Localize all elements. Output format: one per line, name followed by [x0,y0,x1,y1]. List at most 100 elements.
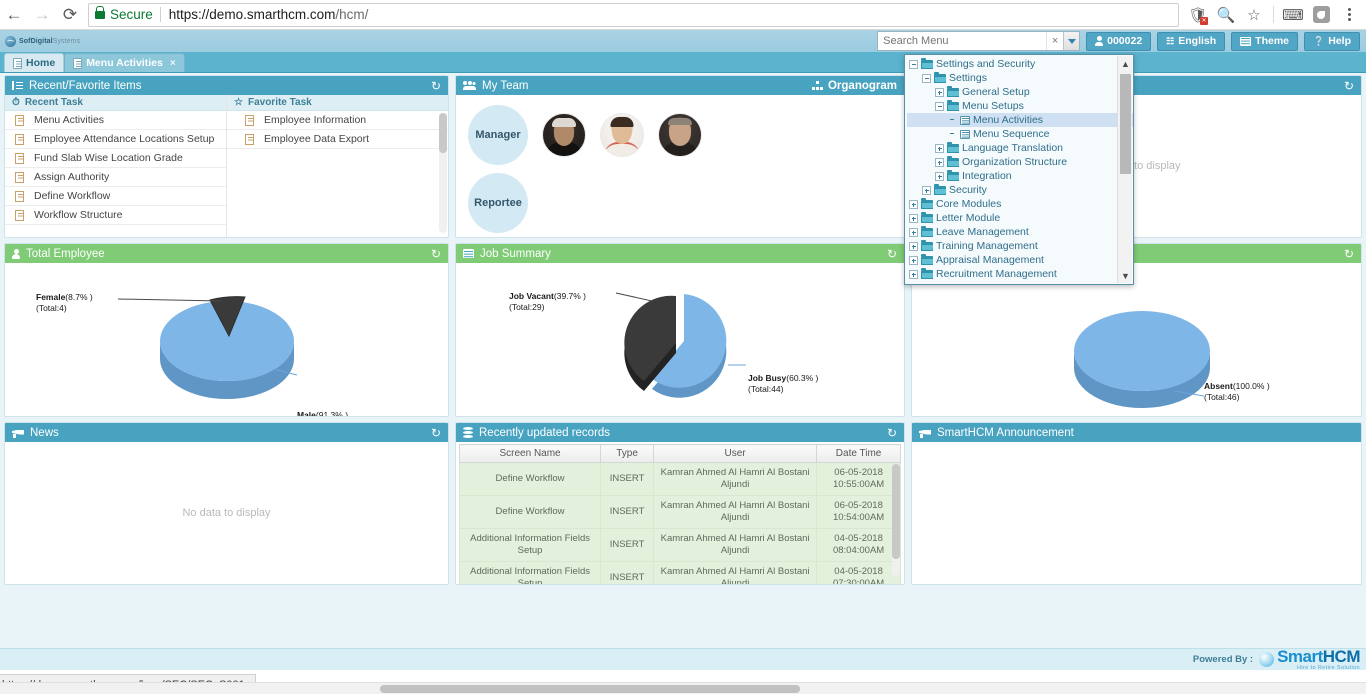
reportee-label: Reportee [468,173,528,233]
expand-icon[interactable] [909,199,918,209]
expand-icon[interactable] [935,157,944,167]
expand-icon[interactable] [909,213,918,223]
menu-tree-item[interactable]: Menu Setups [907,99,1133,113]
menu-tree-item[interactable]: Language Translation [907,141,1133,155]
menu-tree-item-label: Training Management [936,240,1038,252]
menu-tree-item[interactable]: Core Modules [907,197,1133,211]
expand-icon[interactable] [909,241,918,251]
theme-button[interactable]: Theme [1231,31,1299,51]
search-dropdown-toggle[interactable] [1063,32,1080,50]
menu-tree-item[interactable]: General Setup [907,85,1133,99]
scroll-down-arrow-icon[interactable]: ▼ [1118,268,1133,283]
avatar[interactable] [600,113,644,157]
tab-close-icon[interactable]: × [170,58,176,69]
tab-home[interactable]: Home [4,53,65,72]
language-button[interactable]: ☷ English [1157,31,1226,51]
list-item[interactable]: Define Workflow [5,187,226,206]
menu-tree-item[interactable]: Leave Management [907,225,1133,239]
menu-tree-item[interactable]: Recruitment Management [907,267,1133,281]
grid-icon [1240,36,1252,46]
list-item[interactable]: Employee Attendance Locations Setup [5,130,226,149]
expand-icon[interactable] [935,171,944,181]
table-row[interactable]: Additional Information Fields Setup INSE… [458,528,901,562]
user-account-button[interactable]: 000022 [1086,31,1152,51]
tree-spacer [948,130,957,139]
search-input[interactable] [878,32,1047,50]
refresh-icon[interactable]: ↻ [887,426,897,440]
menu-tree-item[interactable]: Security [907,183,1133,197]
table-row[interactable]: Define Workflow INSERT Kamran Ahmed Al H… [458,462,901,496]
expand-icon[interactable] [922,185,931,195]
expand-icon[interactable] [935,143,944,153]
column-header-date-time[interactable]: Date Time [816,444,901,463]
expand-icon[interactable] [909,227,918,237]
file-icon [15,209,24,221]
panel-title: Recent/Favorite Items [29,79,142,92]
scroll-up-arrow-icon[interactable]: ▲ [1118,56,1133,71]
list-item[interactable]: Menu Activities [5,111,226,130]
column-header-user[interactable]: User [653,444,818,463]
table-row[interactable]: Additional Information Fields Setup INSE… [458,561,901,584]
menu-tree-item[interactable]: Menu Activities [907,113,1133,127]
powered-by-label: Powered By : [1192,654,1254,665]
search-clear-icon[interactable]: × [1046,32,1064,50]
refresh-icon[interactable]: ↻ [887,247,897,261]
table-row[interactable]: Define Workflow INSERT Kamran Ahmed Al H… [458,495,901,529]
column-header-type[interactable]: Type [600,444,655,463]
list-item[interactable]: Fund Slab Wise Location Grade [5,149,226,168]
list-item[interactable]: Assign Authority [5,168,226,187]
database-icon [463,427,473,438]
refresh-icon[interactable]: ↻ [1344,79,1354,93]
refresh-icon[interactable]: ↻ [431,79,441,93]
screenshot-extension-icon[interactable]: ⌨ [1280,2,1306,28]
list-item[interactable]: Employee Information [227,111,448,130]
menu-tree-item[interactable]: Settings and Security [907,57,1133,71]
browser-menu-icon[interactable] [1336,2,1362,28]
back-arrow-icon[interactable]: ← [0,1,28,29]
organogram-button[interactable]: Organogram [811,80,897,92]
tab-menu-activities[interactable]: Menu Activities × [64,53,185,72]
collapse-icon[interactable] [922,73,931,83]
refresh-icon[interactable]: ↻ [431,247,441,261]
expand-icon[interactable] [909,269,918,279]
horizontal-scrollbar[interactable] [0,682,1366,694]
menu-tree-item[interactable]: Integration [907,169,1133,183]
menu-tree-item[interactable]: Settings [907,71,1133,85]
refresh-icon[interactable]: ↻ [1344,247,1354,261]
recent-item-label: Fund Slab Wise Location Grade [34,152,183,164]
scrollbar[interactable] [892,464,900,576]
list-item[interactable]: Workflow Structure [5,206,226,225]
refresh-icon[interactable]: ↻ [431,426,441,440]
avatar[interactable] [658,113,702,157]
menu-tree-item[interactable]: Organization Structure [907,155,1133,169]
address-bar[interactable]: Secure https://demo.smarthcm.com/hcm/ [88,2,1179,27]
menu-tree-item[interactable]: Menu Sequence [907,127,1133,141]
scrollbar[interactable] [439,113,447,233]
help-button[interactable]: ❔ Help [1304,31,1360,51]
menu-tree-scrollbar[interactable]: ▲ ▼ [1117,56,1132,283]
search-icon[interactable]: 🔍 [1213,2,1239,28]
forward-arrow-icon[interactable]: → [28,1,56,29]
collapse-icon[interactable] [935,101,944,111]
reload-icon[interactable]: ⟳ [56,1,84,29]
shield-blocked-icon[interactable]: 🛡 ✕ [1185,2,1211,28]
menu-tree-item-label: Menu Sequence [973,128,1050,140]
pocket-extension-icon[interactable] [1308,2,1334,28]
column-header-screen-name[interactable]: Screen Name [458,444,602,463]
tree-spacer [948,116,957,125]
panel-title: My Team [482,79,529,92]
collapse-icon[interactable] [909,59,918,69]
menu-tree-item[interactable]: Training Management [907,239,1133,253]
menu-tree-item[interactable]: Letter Module [907,211,1133,225]
help-label: Help [1328,35,1351,47]
menu-tree-item[interactable]: Appraisal Management [907,253,1133,267]
expand-icon[interactable] [909,255,918,265]
panel-my-team: My Team Organogram Manager Reportee [455,75,905,238]
bookmark-star-icon[interactable]: ☆ [1241,2,1267,28]
expand-icon[interactable] [935,87,944,97]
scrollbar-thumb[interactable] [1120,74,1131,174]
list-item[interactable]: Employee Data Export [227,130,448,149]
team-icon [462,81,476,90]
cell-type: INSERT [600,561,655,584]
avatar[interactable] [542,113,586,157]
